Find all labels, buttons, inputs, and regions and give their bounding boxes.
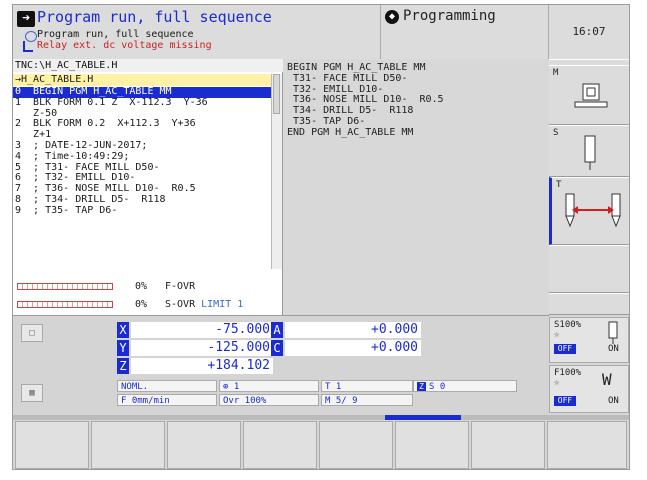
tool-change-icon	[565, 193, 621, 228]
spindle-override-label: S-OVR LIMIT 1	[165, 299, 244, 310]
spindle-small-icon	[608, 321, 618, 344]
softkey-8[interactable]	[547, 421, 627, 469]
program-panel: TNC:\H_AC_TABLE.H →H_AC_TABLE.H 0 BEGIN …	[13, 59, 285, 271]
vertical-softkey-blank-2[interactable]	[549, 245, 629, 293]
softkey-7[interactable]	[471, 421, 545, 469]
spindle-limit: LIMIT 1	[201, 299, 244, 310]
softkey-m-label: M	[553, 68, 559, 78]
spindle-off-badge: OFF	[554, 344, 576, 354]
axis-y-value: -125.000	[131, 340, 273, 356]
softkey-t[interactable]: T	[549, 177, 629, 245]
spindle-icon	[584, 135, 596, 170]
tool-status-icon[interactable]: ▩	[21, 384, 43, 402]
axis-x: X -75.000	[117, 322, 273, 338]
feed-dial-icon: ☼	[554, 379, 560, 389]
softkey-s[interactable]: S	[549, 125, 629, 177]
axis-a-value: +0.000	[285, 322, 421, 338]
axis-c-label: C	[271, 340, 283, 356]
spindle-on-label: ON	[608, 344, 619, 354]
error-message: Relay ext. dc voltage missing	[37, 40, 212, 51]
program-line[interactable]: 2 BLK FORM 0.2 X+112.3 Y+36	[13, 119, 271, 130]
spindle-dial-icon: ☼	[554, 331, 560, 341]
feed-override: 0% F-OVR	[17, 279, 277, 295]
mode-title: Program run, full sequence	[37, 8, 272, 26]
clock: 16:07	[549, 5, 629, 59]
feed-on-label: ON	[608, 396, 619, 406]
axis-z-label: Z	[117, 358, 129, 374]
feed-wave-icon: W	[602, 370, 612, 389]
cnc-screen: ➜ Program run, full sequence Program run…	[12, 4, 630, 470]
softkey-4[interactable]	[243, 421, 317, 469]
f100-label: F100%	[554, 368, 582, 378]
axis-a: A +0.000	[271, 322, 421, 338]
spindle-override: 0% S-OVR LIMIT 1	[17, 297, 277, 313]
position-mode: NOML.	[117, 380, 217, 392]
softkey-5[interactable]	[319, 421, 393, 469]
programming-icon: ◆	[385, 10, 399, 24]
softkey-2[interactable]	[91, 421, 165, 469]
spindle-override-percent: 0%	[135, 299, 148, 310]
datum-icon: ⊕	[223, 382, 234, 392]
softkey-s-label: S	[553, 128, 559, 138]
program-path: TNC:\H_AC_TABLE.H	[13, 59, 285, 72]
softkey-1[interactable]	[15, 421, 89, 469]
tool-number: T 1	[321, 380, 413, 392]
program-structure-panel: BEGIN PGM H_AC_TABLE MM T31- FACE MILL D…	[283, 59, 549, 315]
program-line[interactable]: 1 BLK FORM 0.1 Z X-112.3 Y-36	[13, 97, 271, 109]
horizontal-softkey-row	[13, 415, 629, 469]
program-line[interactable]: 9 ; T35- TAP D6-	[13, 205, 271, 217]
spindle-override-bar	[17, 301, 113, 308]
structure-line: END PGM H_AC_TABLE MM	[287, 126, 414, 138]
structure-line: T31- FACE MILL D50-	[287, 72, 408, 84]
axis-z-value: +184.102	[131, 358, 273, 374]
axis-a-label: A	[271, 322, 283, 338]
override-value: Ovr 100%	[219, 394, 319, 406]
softkey-3[interactable]	[167, 421, 241, 469]
machine-function-icon	[574, 83, 608, 108]
feed-rate: F 0mm/min	[117, 394, 217, 406]
axis-y-label: Y	[117, 340, 129, 356]
vertical-softkey-blank-3[interactable]	[549, 293, 629, 315]
softkey-6[interactable]	[395, 421, 469, 469]
axis-y: Y -125.000	[117, 340, 273, 356]
axis-x-label: X	[117, 322, 129, 338]
axis-z: Z +184.102	[117, 358, 273, 374]
axis-c: C +0.000	[271, 340, 421, 356]
softkey-m[interactable]: M	[549, 65, 629, 125]
header: ➜ Program run, full sequence Program run…	[13, 5, 629, 59]
feed-override-bar	[17, 283, 113, 290]
error-icon	[23, 41, 33, 52]
m-functions: M 5/ 9	[321, 394, 413, 406]
datum-status: ⊕ 1	[219, 380, 319, 392]
programming-label: Programming	[403, 8, 496, 24]
programming-mode-tab[interactable]: ◆ Programming	[381, 5, 549, 59]
softkey-level-bar	[13, 415, 629, 420]
program-line[interactable]: 4 ; Time-10:49:29;	[13, 151, 271, 163]
position-display: □ ▩ X -75.000 Y -125.000 Z +184.102 A +0…	[13, 315, 549, 416]
s100-label: S100%	[554, 320, 582, 330]
feed-override-label: F-OVR	[165, 281, 196, 292]
feed-off-badge: OFF	[554, 396, 576, 406]
mode-subtitle: Program run, full sequence	[37, 29, 194, 40]
program-scrollbar[interactable]	[271, 74, 282, 269]
axis-x-value: -75.000	[131, 322, 273, 338]
operating-mode-panel[interactable]: ➜ Program run, full sequence Program run…	[13, 5, 381, 59]
spindle-override-state[interactable]: S100% ☼ OFF ON	[549, 317, 629, 363]
softkey-t-label: T	[556, 180, 562, 190]
active-file[interactable]: →H_AC_TABLE.H	[13, 74, 271, 86]
scrollbar-thumb[interactable]	[273, 74, 280, 114]
tool-axis-badge: Z	[417, 382, 426, 391]
feed-override-percent: 0%	[135, 281, 148, 292]
program-listing[interactable]: 0 BEGIN PGM H_AC_TABLE MM 1 BLK FORM 0.1…	[13, 86, 271, 217]
position-mode-icon[interactable]: □	[21, 324, 43, 342]
program-run-icon: ➜	[17, 11, 35, 27]
softkey-level-indicator	[385, 415, 461, 420]
axis-c-value: +0.000	[285, 340, 421, 356]
feed-override-state[interactable]: F100% W ☼ OFF ON	[549, 365, 629, 413]
override-area: 0% F-OVR 0% S-OVR LIMIT 1	[13, 271, 283, 315]
spindle-status: ZS 0	[413, 380, 517, 392]
